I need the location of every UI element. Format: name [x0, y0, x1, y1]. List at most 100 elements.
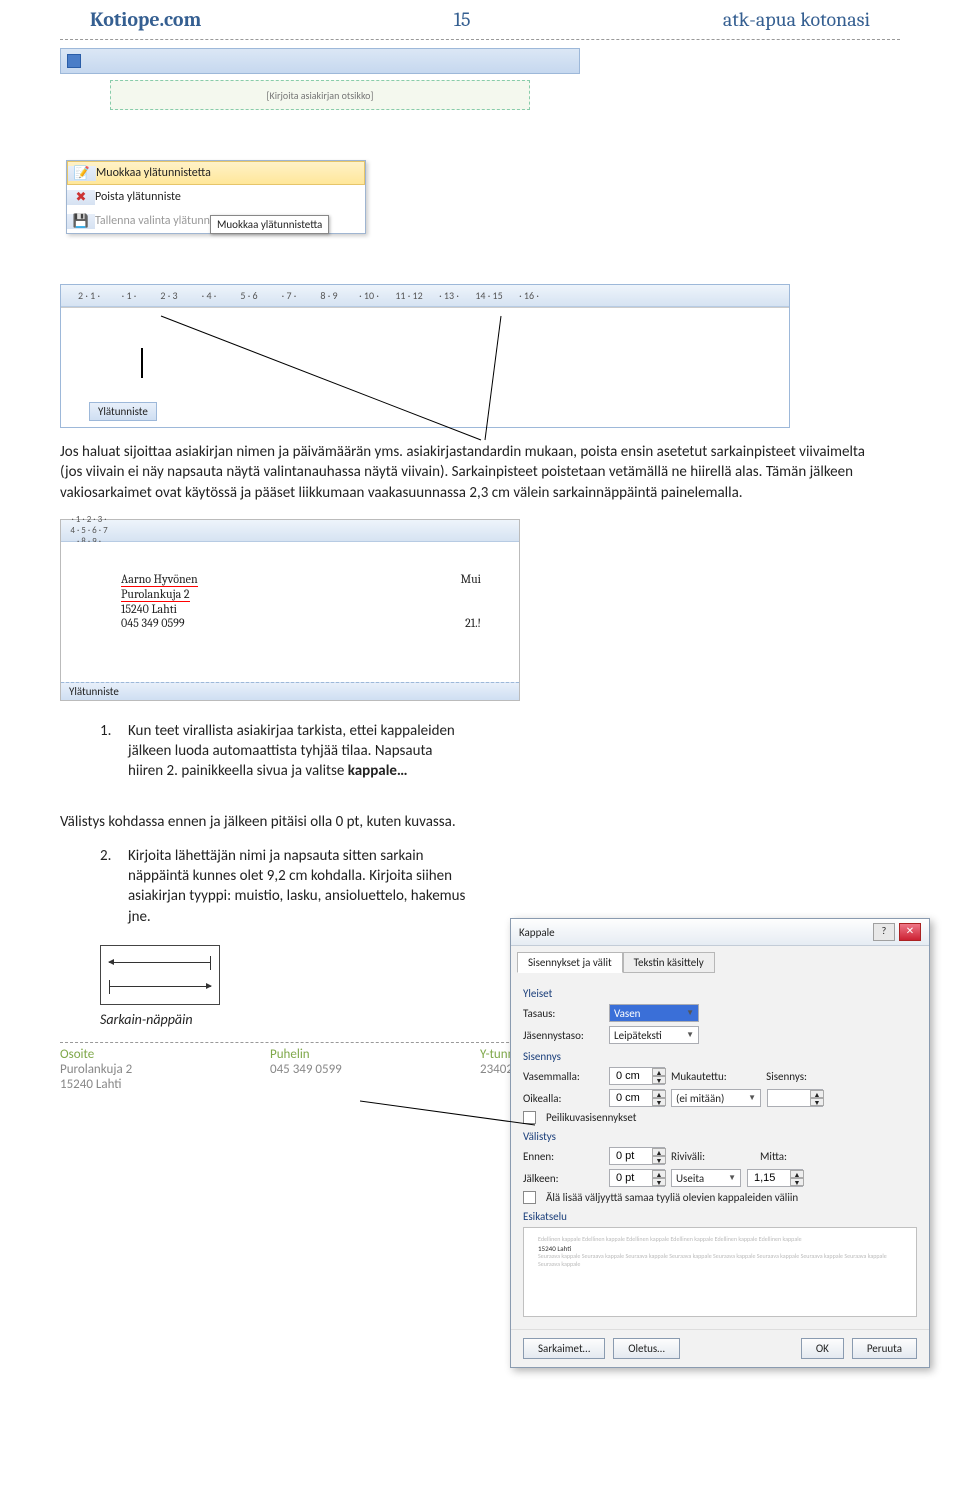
preview-box: Edellinen kappale Edellinen kappale Edel…	[523, 1227, 917, 1317]
help-button[interactable]: ?	[873, 923, 895, 941]
pointer-lines	[61, 308, 791, 448]
header-tab-2: Ylätunniste	[61, 682, 519, 700]
menu-edit-label: Muokkaa ylätunnistetta	[96, 166, 211, 180]
spin-before[interactable]: ▲▼	[609, 1147, 665, 1165]
ruler-tick: · 13 ·	[429, 289, 469, 302]
numbered-list: 1. Kun teet virallista asiakirjaa tarkis…	[100, 721, 470, 782]
page-area: Ylätunniste	[61, 307, 789, 427]
footer-a1: Purolankuja 2	[60, 1062, 270, 1077]
header-tab: Ylätunniste	[89, 402, 157, 421]
page-number: 15	[454, 8, 471, 31]
save-icon: 💾	[67, 214, 95, 229]
close-button[interactable]: ✕	[899, 923, 921, 941]
tabs-button[interactable]: Sarkaimet…	[523, 1338, 605, 1359]
label-right: Oikealla:	[523, 1092, 603, 1105]
ruler-tick: · 16 ·	[509, 289, 549, 302]
spin-by[interactable]: ▲▼	[767, 1089, 823, 1107]
footer-h2: Puhelin	[270, 1047, 480, 1062]
delete-icon: ✖	[67, 190, 95, 205]
ruler-small: · 1 · 2 · 3 · 4 · 5 · 6 · 7 · 8 · 9 ·	[61, 520, 519, 542]
spin-right[interactable]: ▲▼	[609, 1089, 665, 1107]
tab-indents[interactable]: Sisennykset ja välit	[517, 952, 623, 973]
group-general: Yleiset	[523, 987, 917, 1000]
col2-a: Mui	[460, 572, 481, 587]
header-separator	[60, 39, 900, 40]
ruler-tick: · 4 ·	[189, 289, 229, 302]
footer-a2: 045 349 0599	[270, 1062, 480, 1077]
dialog-body: Yleiset Tasaus: Vasen▼ Jäsennystaso: Lei…	[511, 973, 929, 1329]
list-item-1: Kun teet virallista asiakirjaa tarkista,…	[128, 721, 470, 782]
dialog-title: Kappale	[519, 926, 555, 939]
dialog-tabs: Sisennykset ja välit Tekstin käsittely	[511, 946, 929, 973]
footer-h1: Osoite	[60, 1047, 270, 1062]
group-indent: Sisennys	[523, 1050, 917, 1063]
word-titlebar	[60, 48, 580, 74]
label-by: Sisennys:	[747, 1070, 807, 1083]
label-outline: Jäsennystaso:	[523, 1029, 603, 1042]
label-nosame: Älä lisää väljyyttä samaa tyyliä olevien…	[546, 1191, 798, 1204]
doc-body: Aarno Hyvönen Mui Purolankuja 2 15240 La…	[61, 542, 519, 682]
combo-outline[interactable]: Leipäteksti▼	[609, 1026, 699, 1044]
label-after: Jälkeen:	[523, 1172, 603, 1185]
label-mirror: Peilikuvasisennykset	[546, 1111, 636, 1124]
tab-textflow[interactable]: Tekstin käsittely	[623, 952, 715, 973]
dialog-titlebar: Kappale ? ✕	[511, 919, 929, 946]
col2-b: 21.!	[465, 616, 481, 630]
sender-street: Purolankuja 2	[121, 587, 190, 602]
combo-special[interactable]: (ei mitään)▼	[671, 1089, 761, 1107]
label-linespace: Riviväli:	[671, 1150, 731, 1163]
combo-linespace[interactable]: Useita▼	[671, 1169, 741, 1187]
doc-icon	[67, 54, 81, 68]
slogan: atk-apua kotonasi	[723, 8, 870, 31]
spin-after[interactable]: ▲▼	[609, 1169, 665, 1187]
menu-remove-header[interactable]: ✖ Poista ylätunniste	[67, 185, 365, 209]
ruler-tick: 2 · 1 ·	[69, 289, 109, 302]
menu-edit-header[interactable]: 📝 Muokkaa ylätunnistetta	[67, 161, 365, 185]
tooltip: Muokkaa ylätunnistetta	[210, 215, 329, 234]
list-num-2: 2.	[100, 846, 118, 927]
ruler-tick: 8 · 9	[309, 289, 349, 302]
label-left: Vasemmalla:	[523, 1070, 603, 1083]
footer-b1: 15240 Lahti	[60, 1077, 270, 1092]
ruler-tick: 2 · 3	[149, 289, 189, 302]
sender-city: 15240 Lahti	[121, 602, 499, 616]
ruler-tick: · 10 ·	[349, 289, 389, 302]
edit-icon: 📝	[68, 166, 96, 181]
label-at: Mitta:	[737, 1150, 787, 1163]
numbered-list-2: 2. Kirjoita lähettäjän nimi ja napsauta …	[100, 846, 470, 927]
sender-phone: 045 349 0599	[121, 616, 185, 630]
ok-button[interactable]: OK	[801, 1338, 844, 1359]
checkbox-mirror[interactable]	[523, 1111, 536, 1124]
screenshot-ruler: 2 · 1 · · 1 · 2 · 3 · 4 · 5 · 6 · 7 · 8 …	[60, 284, 790, 428]
checkbox-nosame[interactable]	[523, 1191, 536, 1204]
list-num-1: 1.	[100, 721, 118, 782]
spin-at[interactable]: ▲▼	[747, 1169, 803, 1187]
cursor	[141, 348, 143, 378]
dialog-buttons: Sarkaimet… Oletus… OK Peruuta	[511, 1329, 929, 1367]
ruler: 2 · 1 · · 1 · 2 · 3 · 4 · 5 · 6 · 7 · 8 …	[61, 285, 789, 307]
group-spacing: Välistys	[523, 1130, 917, 1143]
between-paragraph: Välistys kohdassa ennen ja jälkeen pitäi…	[60, 812, 480, 832]
spin-left[interactable]: ▲▼	[609, 1067, 665, 1085]
group-preview: Esikatselu	[523, 1210, 917, 1223]
cancel-button[interactable]: Peruuta	[852, 1338, 917, 1359]
ruler-tick: · 1 ·	[109, 289, 149, 302]
label-special: Mukautettu:	[671, 1070, 741, 1083]
page-header: Kotiope.com 15 atk-apua kotonasi	[0, 0, 960, 35]
label-align: Tasaus:	[523, 1007, 603, 1020]
ruler-tick: 11 · 12	[389, 289, 429, 302]
list-item-2: Kirjoita lähettäjän nimi ja napsauta sit…	[128, 846, 470, 927]
ruler-tick: 5 · 6	[229, 289, 269, 302]
menu-remove-label: Poista ylätunniste	[95, 190, 181, 204]
screenshot-document: · 1 · 2 · 3 · 4 · 5 · 6 · 7 · 8 · 9 · Aa…	[60, 519, 520, 701]
screenshot-context-menu: [Kirjoita asiakirjan otsikko] 📝 Muokkaa …	[60, 48, 580, 254]
ruler-tick: · 7 ·	[269, 289, 309, 302]
ruler-tick: 14 · 15	[469, 289, 509, 302]
combo-align[interactable]: Vasen▼	[609, 1004, 699, 1022]
label-before: Ennen:	[523, 1150, 603, 1163]
sender-name: Aarno Hyvönen	[121, 572, 198, 587]
header-placeholder: [Kirjoita asiakirjan otsikko]	[110, 80, 530, 110]
paragraph-1: Jos haluat sijoittaa asiakirjan nimen ja…	[60, 442, 870, 503]
brand: Kotiope.com	[90, 8, 201, 31]
default-button[interactable]: Oletus…	[613, 1338, 680, 1359]
